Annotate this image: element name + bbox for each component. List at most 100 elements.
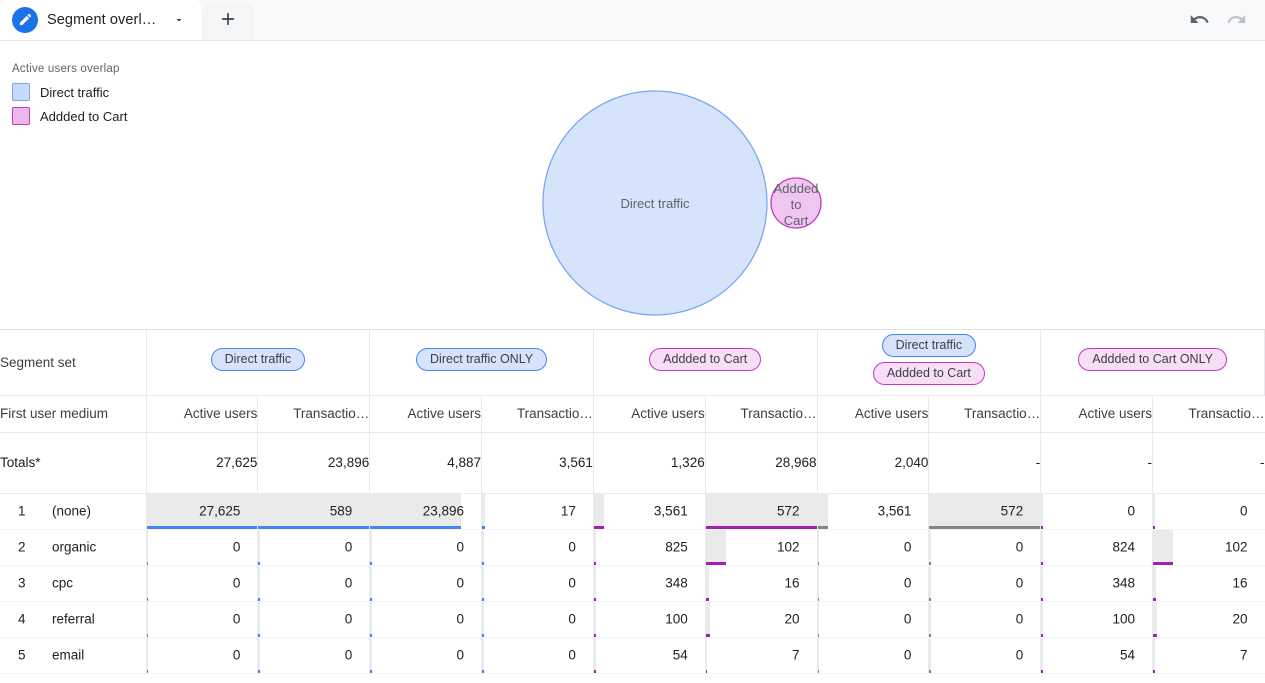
cell-value: 0 [1015, 539, 1024, 555]
row-index: 5 [18, 647, 26, 663]
cell-bar-fill [258, 601, 261, 637]
table-cell: 348 [593, 565, 706, 602]
venn-circle-added-to-cart[interactable] [770, 177, 822, 229]
cell-value: 0 [232, 647, 241, 663]
metric-header-cell[interactable]: Active users [1040, 395, 1154, 433]
row-index: 4 [18, 611, 26, 627]
cell-value: 0 [568, 539, 576, 555]
metric-header-cell[interactable]: Transactio… [257, 395, 371, 433]
cell-value: 7 [792, 647, 800, 663]
cell-value: 3,561 [877, 503, 912, 519]
cell-value: 0 [232, 539, 241, 555]
table-cell: 3,561 [817, 493, 930, 530]
tab-bar: Segment overl… [0, 0, 1265, 41]
metric-header-cell[interactable]: Active users [369, 395, 483, 433]
plus-icon [218, 9, 238, 34]
cell-bar-fill [1153, 493, 1155, 529]
cell-bar-fill [593, 493, 604, 529]
toolbar-actions [1187, 0, 1265, 40]
segment-chip[interactable]: Direct traffic [881, 334, 977, 358]
cell-bar-fill [1041, 637, 1043, 673]
cell-value: 7 [1239, 647, 1248, 663]
table-cell: 0 [257, 601, 371, 638]
cell-bar-underline [1153, 669, 1155, 673]
row-label: email [52, 647, 85, 663]
segment-chip[interactable]: Addded to Cart [872, 362, 985, 386]
cell-value: 0 [456, 647, 465, 663]
cell-bar-fill [817, 565, 820, 601]
cell-bar-fill [146, 601, 149, 637]
segment-chip[interactable]: Direct traffic ONLY [416, 348, 548, 372]
redo-arrow-icon[interactable] [1224, 8, 1248, 32]
cell-value: 572 [777, 503, 800, 519]
cell-bar-fill [929, 601, 932, 637]
segment-set-label: Segment set [0, 330, 147, 396]
metric-header-cell[interactable]: Transactio… [705, 395, 818, 433]
table-cell: 102 [705, 529, 818, 566]
cell-value: 100 [665, 611, 688, 627]
row-dimension-cell: 1 (none) [0, 493, 147, 530]
metric-header-cell[interactable]: Active users [593, 395, 706, 433]
cell-bar-underline [929, 669, 932, 673]
table-row[interactable]: 1 (none) 27,625 589 23,896 17 3,561 572 3,561 572… [0, 493, 1265, 530]
metric-header-cell[interactable]: Transactio… [928, 395, 1042, 433]
table-cell: 0 [928, 637, 1042, 674]
metric-header-row: First user medium Active users Transactio…… [0, 395, 1265, 433]
venn-circle-direct-traffic[interactable] [542, 90, 768, 316]
chevron-down-icon[interactable] [169, 10, 189, 30]
table-row[interactable]: 2 organic 0 0 0 0 825 102 0 0 824 102 [0, 529, 1265, 566]
table-cell: 23,896 [369, 493, 483, 530]
segment-chip[interactable]: Addded to Cart [649, 348, 762, 372]
cell-value: 0 [456, 575, 465, 591]
segment-chip[interactable]: Direct traffic [210, 348, 306, 372]
undo-arrow-icon[interactable] [1187, 8, 1211, 32]
table-cell: 17 [481, 493, 594, 530]
new-tab-button[interactable] [202, 3, 255, 40]
segment-group-cell: Direct traffic Addded to Cart [817, 330, 1042, 396]
metric-header-cell[interactable]: Active users [817, 395, 930, 433]
metric-header-cell[interactable]: Transactio… [481, 395, 594, 433]
table-cell: 0 [817, 565, 930, 602]
table-row[interactable]: 4 referral 0 0 0 0 100 20 0 0 100 20 [0, 601, 1265, 638]
metric-header-cell[interactable]: Active users [146, 395, 259, 433]
row-index: 2 [18, 539, 26, 555]
cell-value: 0 [344, 575, 353, 591]
cell-value: 0 [568, 647, 576, 663]
cell-bar-fill [258, 565, 261, 601]
cell-value: 54 [672, 647, 688, 663]
table-row[interactable]: 3 cpc 0 0 0 0 348 16 0 0 348 16 [0, 565, 1265, 602]
dimension-header[interactable]: First user medium [0, 395, 147, 433]
table-cell: 0 [369, 565, 483, 602]
table-row[interactable]: 5 email 0 0 0 0 54 7 0 0 54 7 [0, 637, 1265, 674]
venn-diagram[interactable] [0, 42, 1265, 330]
tab-segment-overlap[interactable]: Segment overl… [0, 0, 202, 40]
table-cell: 0 [928, 529, 1042, 566]
cell-value: 0 [903, 647, 912, 663]
table-cell: 20 [1152, 601, 1265, 638]
table-cell: 0 [928, 565, 1042, 602]
cell-bar-underline [482, 669, 484, 673]
cell-bar-fill [1153, 565, 1157, 601]
cell-bar-fill [929, 637, 932, 673]
cell-bar-fill [705, 601, 710, 637]
table-cell: 0 [257, 565, 371, 602]
cell-bar-fill [482, 601, 484, 637]
cell-value: 3,561 [653, 503, 688, 519]
row-index: 1 [18, 503, 26, 519]
cell-bar-fill [146, 565, 149, 601]
totals-cell: 28,968 [705, 432, 818, 494]
cell-value: 348 [1112, 575, 1136, 591]
cell-bar-fill [705, 565, 710, 601]
totals-cell: 3,561 [481, 432, 594, 494]
cell-bar-fill [593, 637, 596, 673]
cell-value: 825 [665, 539, 688, 555]
cell-bar-fill [146, 637, 149, 673]
table-cell: 0 [1040, 493, 1154, 530]
table-cell: 0 [146, 637, 259, 674]
table-cell: 0 [481, 601, 594, 638]
metric-header-cell[interactable]: Transactio… [1152, 395, 1265, 433]
segment-chip[interactable]: Addded to Cart ONLY [1078, 348, 1227, 372]
cell-bar-fill [705, 637, 708, 673]
table-cell: 100 [593, 601, 706, 638]
totals-cell: 4,887 [369, 432, 483, 494]
